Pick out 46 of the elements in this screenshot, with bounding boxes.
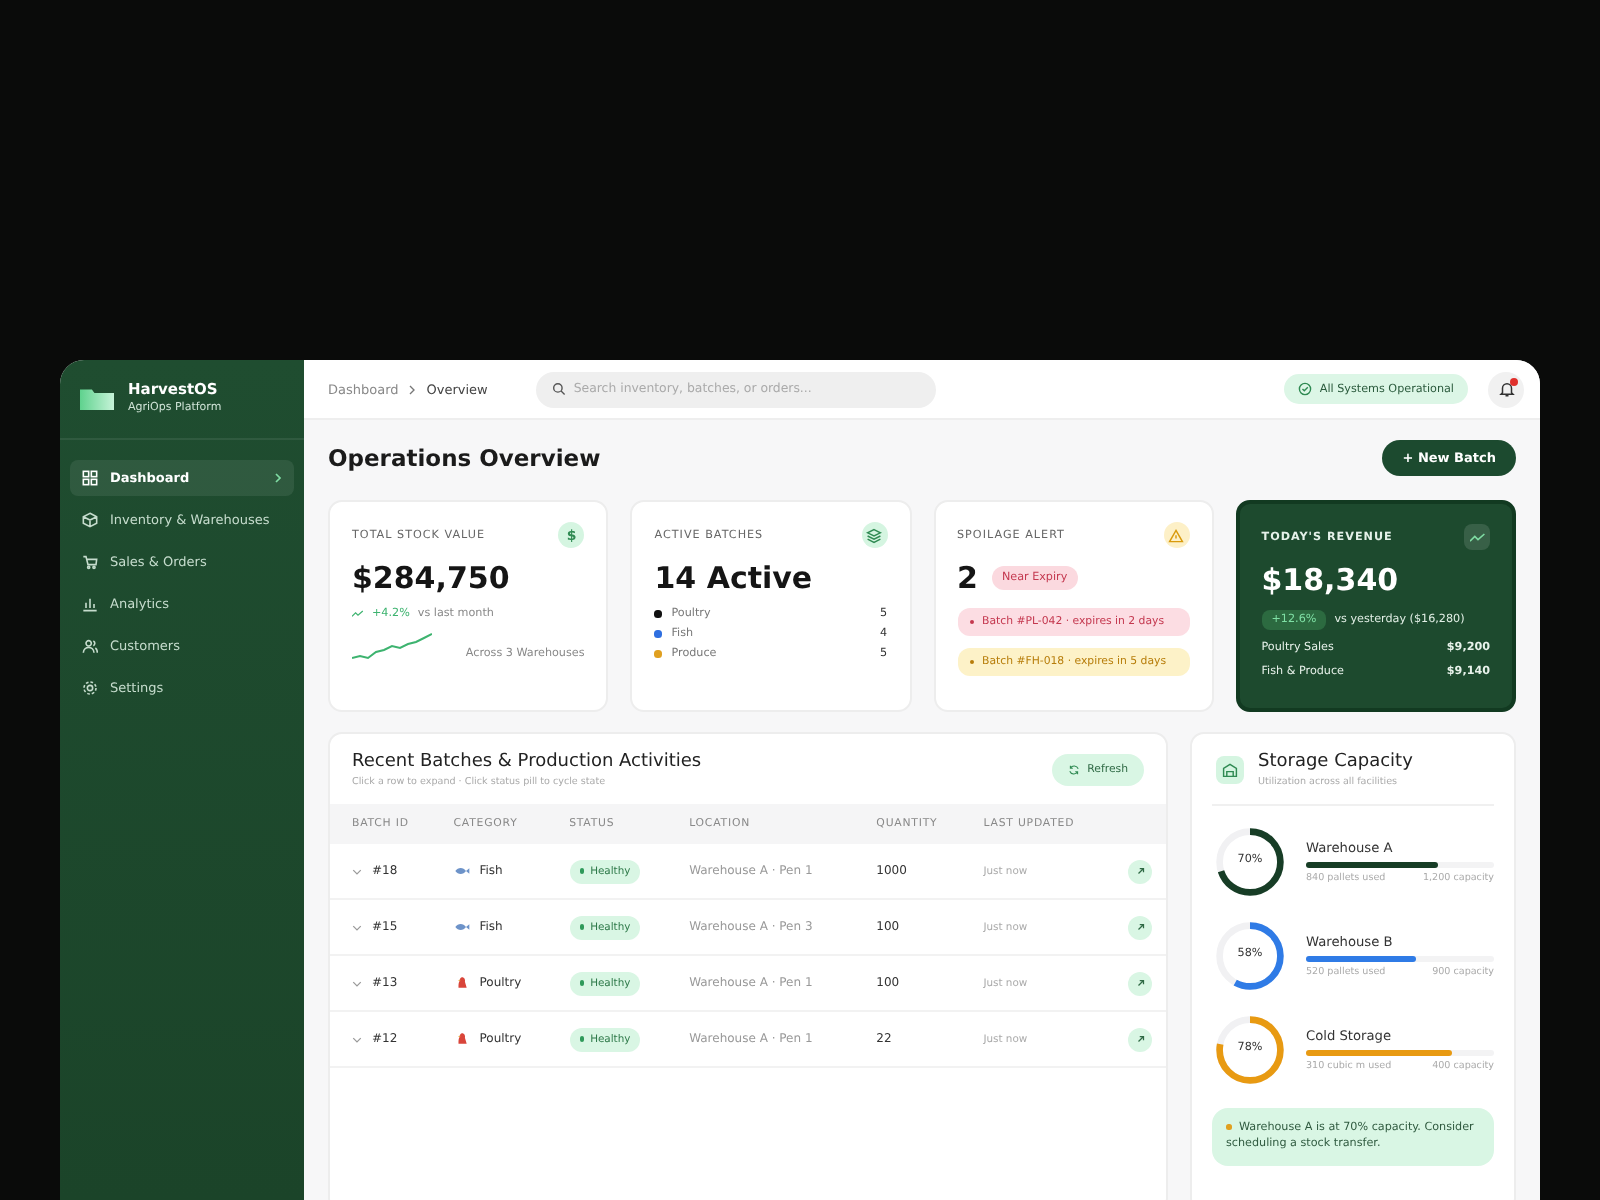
chevron-icon bbox=[408, 383, 417, 395]
expand-chevron-icon[interactable] bbox=[352, 867, 362, 875]
nav-icon bbox=[82, 554, 98, 570]
capacity-ring bbox=[1212, 1012, 1288, 1088]
open-button[interactable] bbox=[1128, 859, 1153, 883]
fish-icon bbox=[453, 920, 470, 934]
logo-icon bbox=[80, 385, 114, 409]
nav-icon bbox=[82, 596, 98, 612]
open-button[interactable] bbox=[1128, 1027, 1153, 1051]
nav-icon bbox=[82, 512, 98, 528]
fish-icon bbox=[453, 864, 470, 878]
page-title: Operations Overview bbox=[328, 444, 601, 472]
check-circle-icon bbox=[1297, 382, 1312, 396]
panel-title: Recent Batches & Production Activities bbox=[352, 752, 702, 772]
sparkline-chart bbox=[352, 632, 432, 660]
arrow-up-right-icon bbox=[1135, 978, 1146, 988]
expand-chevron-icon[interactable] bbox=[352, 979, 362, 987]
capacity-ring bbox=[1212, 918, 1288, 994]
chevron-icon bbox=[274, 472, 282, 484]
bell-icon bbox=[1497, 380, 1515, 398]
nav-icon bbox=[82, 470, 98, 486]
expand-chevron-icon[interactable] bbox=[352, 923, 362, 931]
panel-title: Storage Capacity bbox=[1258, 752, 1413, 772]
nav-icon bbox=[82, 680, 98, 696]
warning-icon bbox=[1163, 522, 1190, 548]
trend-up-icon bbox=[352, 610, 364, 618]
revenue-value: $18,340 bbox=[1261, 562, 1401, 598]
stock-value: $284,750 bbox=[352, 560, 512, 596]
arrow-up-right-icon bbox=[1135, 1034, 1146, 1044]
refresh-icon bbox=[1067, 764, 1080, 776]
capacity-ring bbox=[1212, 824, 1288, 900]
trend-up-icon bbox=[1464, 524, 1490, 550]
nav-icon bbox=[82, 638, 98, 654]
chicken-icon bbox=[453, 1032, 470, 1046]
arrow-up-right-icon bbox=[1135, 922, 1146, 932]
open-button[interactable] bbox=[1128, 915, 1153, 939]
notification-button[interactable] bbox=[1488, 371, 1524, 407]
spoilage-count: 2 bbox=[957, 560, 978, 596]
layers-icon bbox=[861, 522, 887, 548]
arrow-up-right-icon bbox=[1135, 866, 1146, 876]
search-icon bbox=[551, 382, 566, 396]
expand-chevron-icon[interactable] bbox=[352, 1035, 362, 1043]
batches-value: 14 Active bbox=[654, 560, 815, 596]
chicken-icon bbox=[453, 976, 470, 990]
warehouse-icon bbox=[1216, 756, 1244, 784]
open-button[interactable] bbox=[1128, 971, 1153, 995]
